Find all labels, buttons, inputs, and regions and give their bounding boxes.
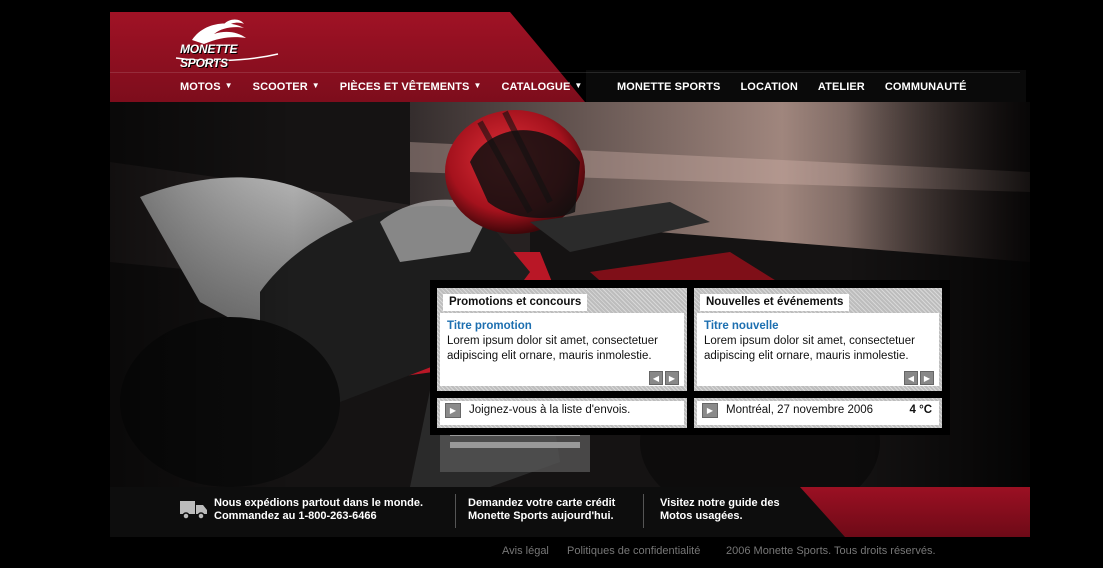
news-box: Nouvelles et événements Titre nouvelle L… [694,288,942,391]
newsletter-label[interactable]: Joignez-vous à la liste d'envois. [469,404,630,416]
nav-item-label: PIÈCES ET VÊTEMENTS [339,81,470,93]
footer-guide-line2: Motos usagées. [660,510,743,522]
promotions-box: Promotions et concours Titre promotion L… [437,288,687,391]
main-nav: MOTOS ▼ SCOOTER ▼ PIÈCES ET VÊTEMENTS ▼ CAT… [180,72,602,102]
footer-guide-line1: Visitez notre guide des [660,497,780,509]
play-arrow-icon[interactable]: ▶ [445,403,461,418]
newsletter-bar[interactable]: ▶ Joignez-vous à la liste d'envois. [437,398,687,428]
footer-credit-line2: Monette Sports aujourd'hui. [468,510,614,522]
promotion-text: Lorem ipsum dolor sit amet, consectetuer… [447,335,658,362]
weather-location-date: Montréal, 27 novembre 2006 [726,404,874,416]
news-text: Lorem ipsum dolor sit amet, consectetuer… [704,335,915,362]
caret-down-icon: ▼ [311,81,320,90]
privacy-policy-link[interactable]: Politiques de confidentialité [567,545,700,557]
page: MONETTE SPORTS MOTOS ▼ SCOOTER ▼ PIÈCES ET… [0,0,1103,568]
footer-shipping-line1: Nous expédions partout dans le monde. [214,497,424,509]
prev-arrow-icon[interactable]: ◀ [649,371,663,385]
footer-credit-card[interactable]: Demandez votre carte crédit Monette Spor… [468,497,615,523]
nav-item-monette-sports[interactable]: MONETTE SPORTS [617,81,720,93]
footer-credit-line1: Demandez votre carte crédit [468,497,616,509]
nav-item-pieces-vetements[interactable]: PIÈCES ET VÊTEMENTS ▼ [340,81,482,93]
nav-item-scooter[interactable]: SCOOTER ▼ [253,81,320,93]
news-title-link[interactable]: Titre nouvelle [704,320,779,332]
footer-divider [643,494,644,528]
caret-down-icon: ▼ [473,81,482,90]
copyright-text: 2006 Monette Sports. Tous droits réservé… [726,545,936,557]
next-arrow-icon[interactable]: ▶ [920,371,934,385]
footer-used-guide[interactable]: Visitez notre guide des Motos usagées. [660,497,780,523]
footer-shipping[interactable]: Nous expédions partout dans le monde. Co… [214,497,423,523]
truck-icon [180,501,207,520]
nav-item-catalogue[interactable]: CATALOGUE ▼ [501,81,582,93]
secondary-nav: MONETTE SPORTS LOCATION ATELIER COMMUNAU… [617,72,987,102]
legal-notice-link[interactable]: Avis légal [502,545,549,557]
site-logo[interactable]: MONETTE SPORTS [174,18,284,70]
nav-item-label: MOTOS [180,81,221,93]
nav-item-label: SCOOTER [252,81,308,93]
play-arrow-icon[interactable]: ▶ [702,403,718,418]
nav-item-location[interactable]: LOCATION [740,81,797,93]
footer-divider [455,494,456,528]
caret-down-icon: ▼ [224,81,233,90]
promotions-heading: Promotions et concours [443,294,588,311]
news-heading: Nouvelles et événements [700,294,850,311]
nav-item-communaute[interactable]: COMMUNAUTÉ [885,81,967,93]
info-panel: Promotions et concours Titre promotion L… [430,280,950,435]
footer-shipping-line2: Commandez au 1-800-263-6466 [214,510,377,522]
caret-down-icon: ▼ [574,81,583,90]
nav-item-label: CATALOGUE [501,81,571,93]
prev-arrow-icon[interactable]: ◀ [904,371,918,385]
nav-item-motos[interactable]: MOTOS ▼ [180,81,233,93]
nav-item-atelier[interactable]: ATELIER [818,81,865,93]
weather-temperature: 4 °C [909,404,933,416]
logo-text: MONETTE SPORTS [180,42,238,70]
promotions-pager: ◀ ▶ [649,371,679,385]
news-pager: ◀ ▶ [904,371,934,385]
weather-bar: ▶ Montréal, 27 novembre 2006 4 °C [694,398,942,428]
next-arrow-icon[interactable]: ▶ [665,371,679,385]
promotion-title-link[interactable]: Titre promotion [447,320,532,332]
